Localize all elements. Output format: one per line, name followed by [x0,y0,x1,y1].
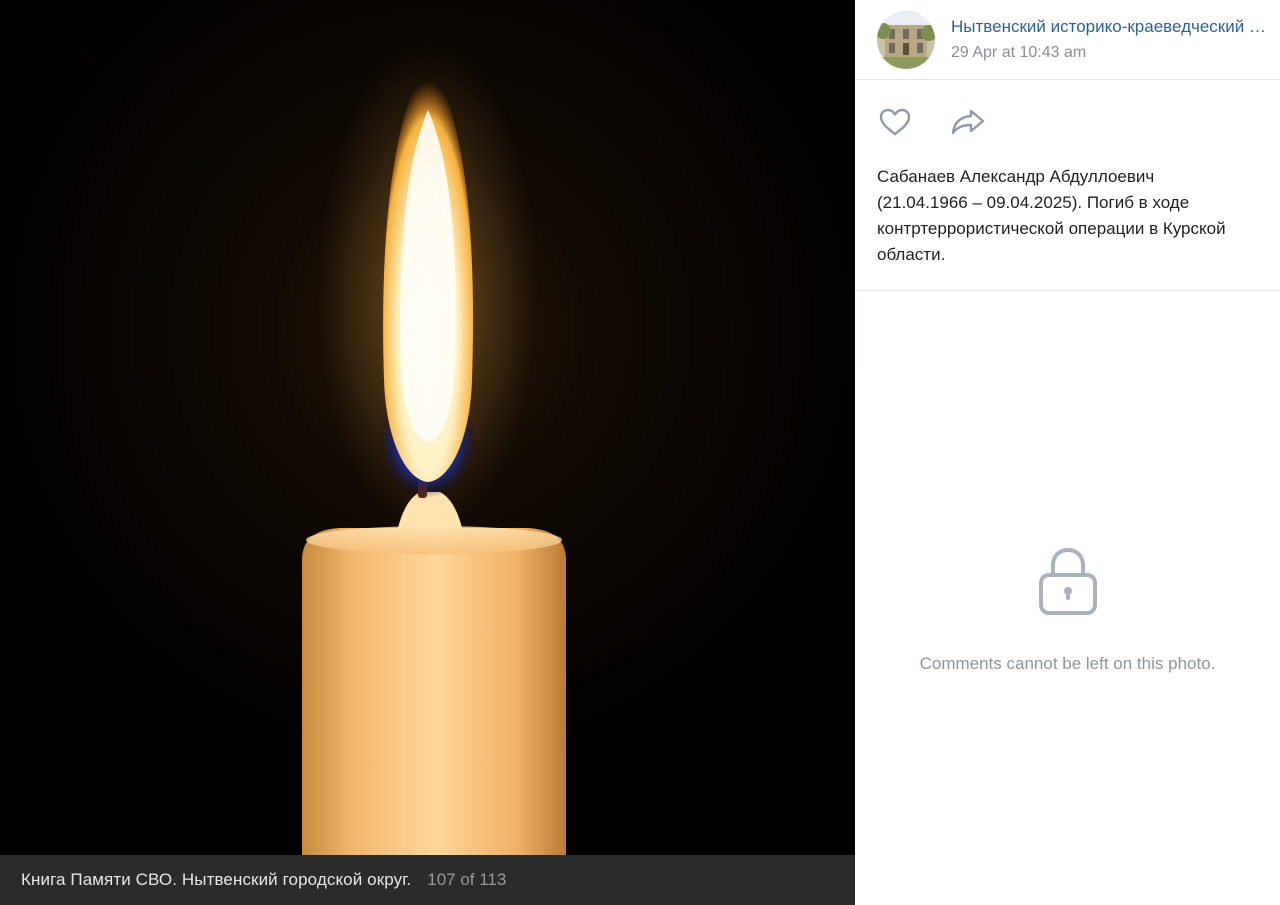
post-actions [855,80,1280,164]
post-date[interactable]: 29 Apr at 10:43 am [951,42,1273,64]
post-text-line: (21.04.1966 – 09.04.2025). Погиб в ходе [877,193,1190,212]
avatar[interactable] [877,10,935,69]
comments-area: Comments cannot be left on this photo. [855,291,1280,905]
lock-icon-wrap [1037,545,1099,622]
post-text-line: Сабанаев Александр Абдуллоевич [877,167,1155,186]
album-caption-bar: Книга Памяти СВО. Нытвенский городской о… [0,855,855,905]
share-button[interactable] [950,104,986,140]
post-header-text: Нытвенский историко-краеведческий музей … [951,16,1273,64]
lock-icon [1038,547,1097,615]
album-title[interactable]: Книга Памяти СВО. Нытвенский городской о… [21,870,411,890]
comments-disabled-message: Comments cannot be left on this photo. [919,654,1216,673]
like-button[interactable] [877,104,913,140]
post-text-line: области. [877,245,946,264]
photo-counter: 107 of 113 [427,870,507,889]
group-name-link[interactable]: Нытвенский историко-краеведческий музей [951,16,1273,38]
candle-photo[interactable] [0,0,855,855]
photo-viewer: Книга Памяти СВО. Нытвенский городской о… [0,0,855,905]
post-text-line: контртеррористической операции в Курской [877,219,1226,238]
heart-icon [879,108,911,136]
photo-sidebar: Нытвенский историко-краеведческий музей … [855,0,1280,905]
post-description: Сабанаев Александр Абдуллоевич (21.04.19… [855,164,1280,290]
share-arrow-icon [951,109,985,135]
post-header: Нытвенский историко-краеведческий музей … [855,0,1280,80]
